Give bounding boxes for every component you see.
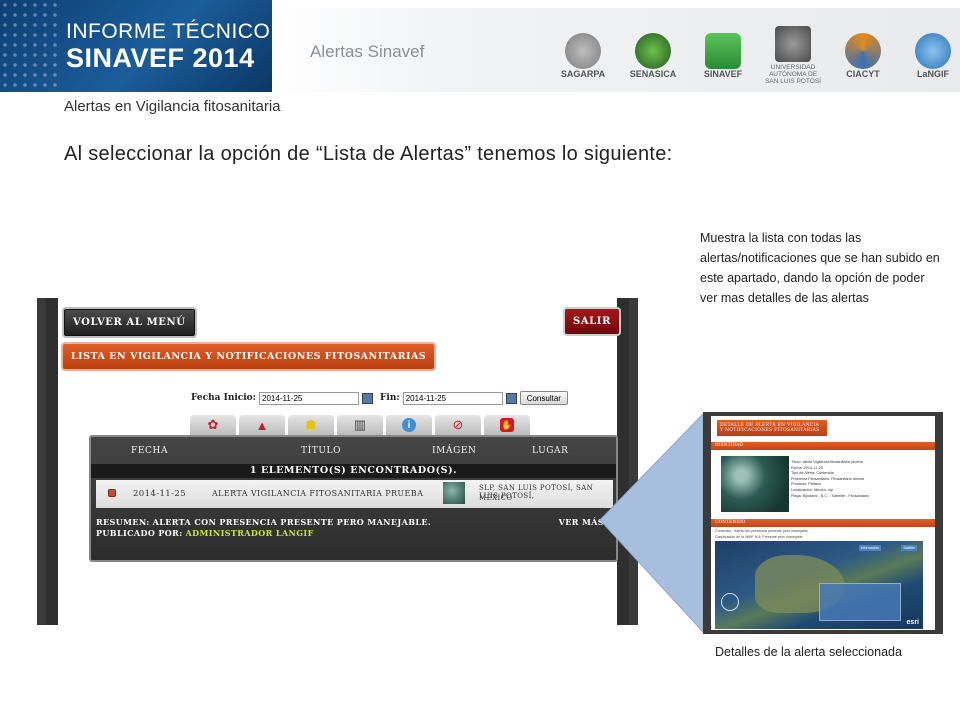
column-imagen: Imágen [432, 446, 477, 456]
results-count: 1 elemento(s) encontrado(s). [91, 464, 616, 478]
summary-text: Alerta con presencia presente pero manej… [152, 517, 432, 527]
sinavef-emblem-icon [705, 33, 741, 69]
stop-hand-icon: ✋ [500, 418, 514, 432]
end-date-input[interactable] [402, 391, 503, 405]
see-more-link[interactable]: Ver más [559, 517, 604, 527]
map-compass-icon[interactable] [721, 593, 739, 611]
plant-bug-icon: ✿ [207, 417, 219, 432]
detail-content-line2: Clasificación de la NIMF N.8: Presente p… [715, 535, 803, 539]
row-place-line2: México [479, 494, 513, 502]
category-tabs: ✿ ▲ ☗ ▥ i ⊘ ✋ [190, 415, 530, 435]
detail-photo [721, 456, 789, 512]
map-info-popup[interactable] [819, 583, 901, 621]
report-banner: INFORME TÉCNICO SINAVEF 2014 [0, 0, 272, 92]
consultar-button[interactable]: Consultar [519, 391, 568, 405]
banner-line2: SINAVEF 2014 [66, 43, 255, 73]
start-date-label: Fecha Inicio: [191, 393, 257, 403]
senasica-emblem-icon [635, 33, 671, 69]
column-fecha: Fecha [131, 446, 169, 456]
alert-list-button[interactable]: Lista en Vigilancia y Notificaciones Fit… [63, 344, 435, 369]
globe-icon [915, 33, 951, 69]
table-header: Fecha Título Imágen Lugar [91, 443, 616, 459]
detail-identity-bar: Identidad [711, 442, 935, 450]
column-titulo: Título [301, 446, 342, 456]
detail-field: Título: alerta Vigilancia fitosanitaria … [791, 460, 863, 464]
ciacyt-logo: CIACYT [835, 33, 891, 79]
no-insect-icon: ⊘ [452, 417, 464, 432]
alert-list-canvas: Volver al menú Salir Lista en Vigilancia… [46, 298, 629, 625]
tab-warning[interactable]: ▲ [239, 415, 285, 435]
detail-map[interactable]: Información Satélite esri [715, 541, 923, 629]
row-thumbnail[interactable] [443, 482, 465, 504]
start-date-input[interactable] [259, 391, 360, 405]
detail-content-line1: Contenido : Alerta con presencia present… [715, 529, 809, 533]
tab-plant-bug[interactable]: ✿ [190, 415, 236, 435]
tab-hazard[interactable]: ☗ [288, 415, 334, 435]
results-table: Fecha Título Imágen Lugar 1 elemento(s) … [89, 435, 618, 562]
langif-logo: LaNGIF [905, 33, 960, 79]
row-date: 2014-11-25 [133, 489, 187, 499]
detail-content-bar: Contenido [711, 519, 935, 527]
alert-list-screenshot: Volver al menú Salir Lista en Vigilancia… [37, 298, 638, 625]
warning-icon: ▲ [255, 417, 269, 433]
detail-title: Detalle de Alerta en Vigilancia y Notifi… [717, 420, 827, 436]
main-heading: Al seleccionar la opción de “Lista de Al… [64, 143, 673, 165]
exit-button[interactable]: Salir [565, 309, 619, 334]
tab-building[interactable]: ▥ [337, 415, 383, 435]
ciacyt-emblem-icon [845, 33, 881, 69]
published-by: Administrador Langif [185, 528, 314, 538]
university-crest-icon [775, 26, 811, 62]
detail-caption: Detalles de la alerta seleccionada [715, 645, 902, 659]
row-summary: Resumen: Alerta con presencia presente p… [96, 517, 431, 539]
calendar-icon[interactable] [362, 392, 374, 404]
alert-status-icon [108, 489, 116, 497]
tab-stop-hand[interactable]: ✋ [484, 415, 530, 435]
banner-line1: INFORME TÉCNICO [66, 20, 271, 43]
callout-text: Muestra la lista con todas las alertas/n… [700, 231, 940, 305]
sinavef-logo: SINAVEF [695, 33, 751, 79]
building-icon: ▥ [353, 417, 367, 432]
partner-logos: SAGARPA SENASICA SINAVEF UNIVERSIDAD AUT… [555, 26, 960, 85]
hazard-icon: ☗ [305, 417, 317, 432]
sagarpa-logo: SAGARPA [555, 33, 611, 79]
column-lugar: Lugar [532, 446, 569, 456]
detail-fields: Título: alerta Vigilancia fitosanitaria … [791, 460, 869, 499]
published-label: Publicado por: [96, 528, 183, 538]
date-filter: Fecha Inicio: Fin: Consultar [191, 391, 568, 405]
info-icon: i [402, 418, 416, 432]
alert-detail-screenshot: Detalle de Alerta en Vigilancia y Notifi… [703, 412, 943, 634]
eagle-seal-icon [565, 33, 601, 69]
tab-info[interactable]: i [386, 415, 432, 435]
row-title: alerta Vigilancia fitosanitaria prueba [212, 489, 424, 498]
map-layer-tag[interactable]: Satélite [901, 545, 917, 551]
tab-no-insect[interactable]: ⊘ [435, 415, 481, 435]
back-to-menu-button[interactable]: Volver al menú [64, 309, 195, 336]
map-layer-tag[interactable]: Información [858, 545, 881, 551]
detail-field: Plaga: Bipolaris - B.C. - Satellite - Fi… [791, 493, 870, 498]
esri-logo: esri [906, 619, 919, 626]
table-row[interactable]: 2014-11-25 alerta Vigilancia fitosanitar… [96, 480, 613, 508]
end-date-label: Fin: [380, 393, 400, 403]
calendar-icon[interactable] [505, 392, 517, 404]
section-title: Alertas en Vigilancia fitosanitaria [64, 98, 281, 115]
alert-detail-canvas: Detalle de Alerta en Vigilancia y Notifi… [711, 416, 935, 630]
banner-pattern [0, 0, 60, 92]
uaslp-logo: UNIVERSIDAD AUTÓNOMA DE SAN LUIS POTOSÍ [765, 26, 821, 85]
summary-label: Resumen: [96, 517, 150, 527]
header-subtitle: Alertas Sinavef [310, 42, 425, 61]
senasica-logo: SENASICA [625, 33, 681, 79]
